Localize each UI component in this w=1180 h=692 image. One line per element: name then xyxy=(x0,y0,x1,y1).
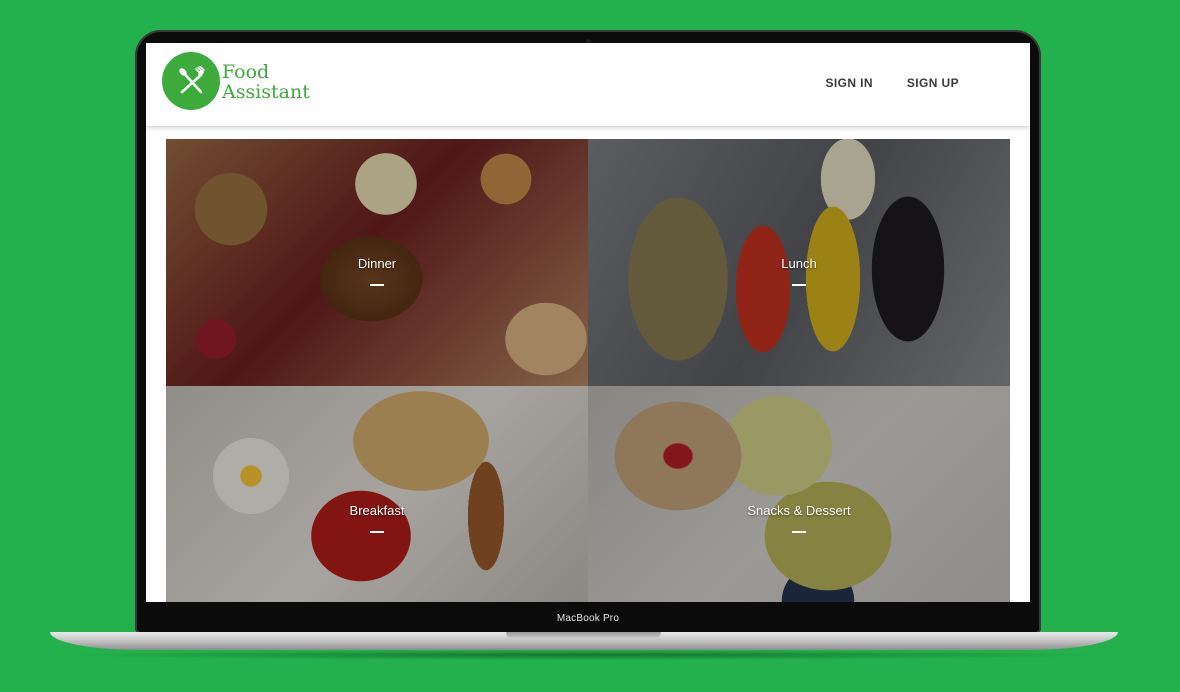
brand-line-2: Assistant xyxy=(222,81,310,103)
tile-overlay xyxy=(588,386,1010,602)
logo[interactable] xyxy=(162,52,220,110)
device-label: MacBook Pro xyxy=(556,613,620,624)
tile-overlay xyxy=(166,386,588,602)
label-underline xyxy=(370,531,384,533)
category-label: Lunch xyxy=(781,256,817,271)
brand-line-1: Food xyxy=(222,61,270,83)
label-underline xyxy=(370,284,384,286)
category-label: Snacks & Dessert xyxy=(747,503,851,518)
laptop-shadow xyxy=(60,650,1108,660)
category-label: Breakfast xyxy=(349,503,405,518)
category-tile-lunch[interactable]: Lunch xyxy=(588,139,1010,386)
screen: Food Assistant SIGN IN SIGN UP Dinner Lu… xyxy=(146,43,1030,602)
category-label: Dinner xyxy=(357,256,397,271)
category-tile-dinner[interactable]: Dinner xyxy=(166,139,588,386)
category-grid: Dinner Lunch Breakfast Snacks & Dessert xyxy=(166,139,1010,602)
app-header: Food Assistant SIGN IN SIGN UP xyxy=(146,43,1030,127)
sign-up-link[interactable]: SIGN UP xyxy=(907,76,959,90)
brand-name[interactable]: Food Assistant xyxy=(222,62,310,102)
category-tile-breakfast[interactable]: Breakfast xyxy=(166,386,588,602)
label-underline xyxy=(792,284,806,286)
label-underline xyxy=(792,531,806,533)
sign-in-link[interactable]: SIGN IN xyxy=(826,76,873,90)
category-tile-snacks-dessert[interactable]: Snacks & Dessert xyxy=(588,386,1010,602)
fork-knife-icon xyxy=(179,66,205,94)
laptop-lid: Food Assistant SIGN IN SIGN UP Dinner Lu… xyxy=(135,30,1041,634)
laptop-base-notch xyxy=(506,632,661,639)
